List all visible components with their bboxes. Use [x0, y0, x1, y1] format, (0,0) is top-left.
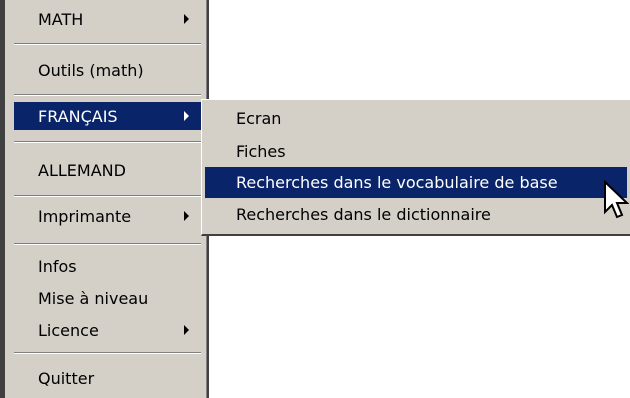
menu-item-label: MATH	[38, 9, 84, 29]
menu-item-label: FRANÇAIS	[38, 106, 118, 126]
menu-item-mise-a-niveau[interactable]: Mise à niveau	[14, 284, 201, 312]
submenu-arrow-icon	[184, 211, 189, 221]
window-edge	[0, 0, 8, 398]
menu-separator	[14, 352, 201, 354]
submenu-item-recherches-vocabulaire[interactable]: Recherches dans le vocabulaire de base	[205, 167, 627, 198]
menu-item-label: Outils (math)	[38, 60, 144, 80]
submenu-item-ecran[interactable]: Ecran	[205, 103, 627, 134]
menu-item-outils-math[interactable]: Outils (math)	[14, 56, 201, 84]
submenu-item-label: Fiches	[236, 142, 286, 161]
submenu-item-recherches-dictionnaire[interactable]: Recherches dans le dictionnaire	[205, 199, 627, 230]
menu-item-math[interactable]: MATH	[14, 5, 201, 33]
menu-item-label: Imprimante	[38, 206, 132, 226]
menu-item-allemand[interactable]: ALLEMAND	[14, 156, 201, 184]
submenu-arrow-icon	[184, 111, 189, 121]
menu-item-label: Licence	[38, 320, 99, 340]
menu-item-quitter[interactable]: Quitter	[14, 364, 201, 392]
menu-item-label: Quitter	[38, 368, 95, 388]
menu-item-infos[interactable]: Infos	[14, 252, 201, 280]
menu-separator	[14, 94, 201, 96]
menu-item-imprimante[interactable]: Imprimante	[14, 202, 201, 230]
francais-submenu: Ecran Fiches Recherches dans le vocabula…	[201, 99, 630, 236]
menu-item-licence[interactable]: Licence	[14, 316, 201, 344]
submenu-item-label: Ecran	[236, 109, 282, 128]
submenu-item-label: Recherches dans le vocabulaire de base	[236, 173, 558, 192]
menu-separator	[14, 195, 201, 197]
submenu-item-fiches[interactable]: Fiches	[205, 136, 627, 167]
menu-separator	[14, 43, 201, 45]
main-menu: MATH Outils (math) FRANÇAIS ALLEMAND Imp…	[8, 0, 209, 398]
menu-separator	[14, 141, 201, 143]
menu-item-francais[interactable]: FRANÇAIS	[14, 102, 201, 130]
menu-item-label: Infos	[38, 256, 77, 276]
submenu-item-label: Recherches dans le dictionnaire	[236, 205, 491, 224]
arrow-pointer-icon	[604, 180, 629, 219]
menu-item-label: Mise à niveau	[38, 288, 149, 308]
menu-item-label: ALLEMAND	[38, 160, 126, 180]
submenu-arrow-icon	[184, 325, 189, 335]
menu-separator	[14, 243, 201, 245]
submenu-arrow-icon	[184, 14, 189, 24]
